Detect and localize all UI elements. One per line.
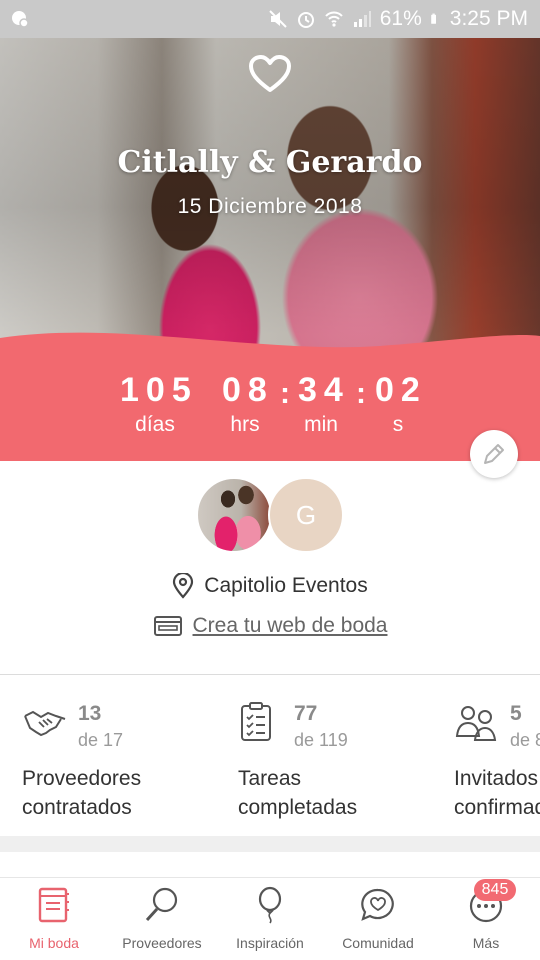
clipboard-checklist-icon — [241, 702, 271, 741]
nav-inspiracion[interactable]: Inspiración — [216, 878, 324, 960]
chat-heart-icon — [361, 888, 394, 921]
clock: 3:25 PM — [449, 7, 528, 30]
stat-count: 77 — [294, 702, 318, 725]
balloon-icon — [258, 886, 282, 924]
notification-badge: 845 — [474, 879, 516, 901]
partner-avatar[interactable]: G — [268, 477, 344, 553]
countdown-separator: : — [356, 377, 366, 410]
stat-total: de 8 — [510, 730, 540, 750]
nav-label: Mi boda — [29, 935, 79, 951]
stat-label-line: confirmados — [454, 796, 540, 819]
section-divider — [0, 674, 540, 675]
website-icon — [153, 616, 182, 636]
stat-label: Tareas completadas — [238, 764, 357, 822]
nav-label: Inspiración — [236, 935, 304, 951]
location-pin-icon — [173, 573, 194, 599]
stat-label: Invitados confirmados — [454, 764, 540, 822]
stat-count: 13 — [78, 702, 102, 725]
venue-row[interactable]: Capitolio Eventos — [0, 573, 540, 599]
countdown-days: 105 — [120, 371, 198, 409]
couple-avatar-photo[interactable] — [196, 477, 272, 553]
search-icon — [145, 887, 178, 922]
countdown-hours: 08 — [222, 371, 274, 409]
notebook-icon — [38, 887, 69, 923]
nav-proveedores[interactable]: Proveedores — [108, 878, 216, 960]
countdown-separator: : — [280, 377, 290, 410]
wifi-icon — [325, 11, 343, 27]
section-spacer — [0, 836, 540, 852]
countdown-seconds: 02 — [375, 371, 427, 409]
countdown-hours-label: hrs — [230, 413, 260, 436]
edit-wedding-button[interactable] — [470, 430, 518, 478]
wedding-website-row[interactable]: Crea tu web de boda — [0, 614, 540, 638]
wedding-date: 15 Diciembre 2018 — [177, 195, 363, 218]
battery-percent: 61% — [379, 7, 422, 30]
status-bar: 61% 3:25 PM — [0, 0, 540, 38]
countdown-days-label: días — [135, 413, 175, 436]
stat-label-line: completadas — [238, 796, 358, 819]
stat-label-line: contratados — [22, 796, 132, 819]
nav-label: Comunidad — [342, 935, 414, 951]
stat-count: 5 — [510, 702, 522, 725]
stat-total: de 17 — [78, 730, 124, 750]
venue-name: Capitolio Eventos — [204, 574, 368, 597]
alarm-icon — [297, 12, 314, 28]
battery-icon — [430, 13, 436, 24]
signal-icon — [353, 11, 371, 27]
stat-label: Proveedores contratados — [22, 764, 141, 822]
heart-outline-icon — [249, 55, 291, 92]
couple-cover-photo: Citlally & Gerardo 15 Diciembre 2018 105… — [0, 38, 540, 461]
chat-bubble-icon — [12, 11, 29, 28]
stat-label-line: Tareas — [238, 767, 302, 790]
stat-total: de 119 — [294, 730, 348, 750]
nav-label: Más — [472, 935, 500, 951]
stat-label-line: Proveedores — [22, 767, 142, 790]
create-website-link[interactable]: Crea tu web de boda — [193, 614, 388, 638]
nav-comunidad[interactable]: Comunidad — [324, 878, 432, 960]
countdown-seconds-label: s — [392, 413, 404, 436]
handshake-icon — [24, 710, 66, 737]
stat-guests[interactable]: 5 de 8 Invitados confirmados — [454, 700, 540, 830]
countdown-minutes: 34 — [298, 371, 350, 409]
nav-label: Proveedores — [122, 935, 202, 951]
stat-label-line: Invitados — [454, 767, 539, 790]
couple-names: Citlally & Gerardo — [117, 145, 423, 180]
guests-icon — [455, 706, 497, 741]
nav-mi-boda[interactable]: Mi boda — [0, 878, 108, 960]
pencil-icon — [484, 444, 504, 464]
countdown-minutes-label: min — [304, 413, 338, 436]
bottom-navigation: Mi boda Proveedores Inspiración Comunida… — [0, 877, 540, 960]
wedding-countdown: 105 08 : 34 : 02 días hrs min s — [0, 371, 540, 461]
mute-icon — [269, 10, 287, 28]
